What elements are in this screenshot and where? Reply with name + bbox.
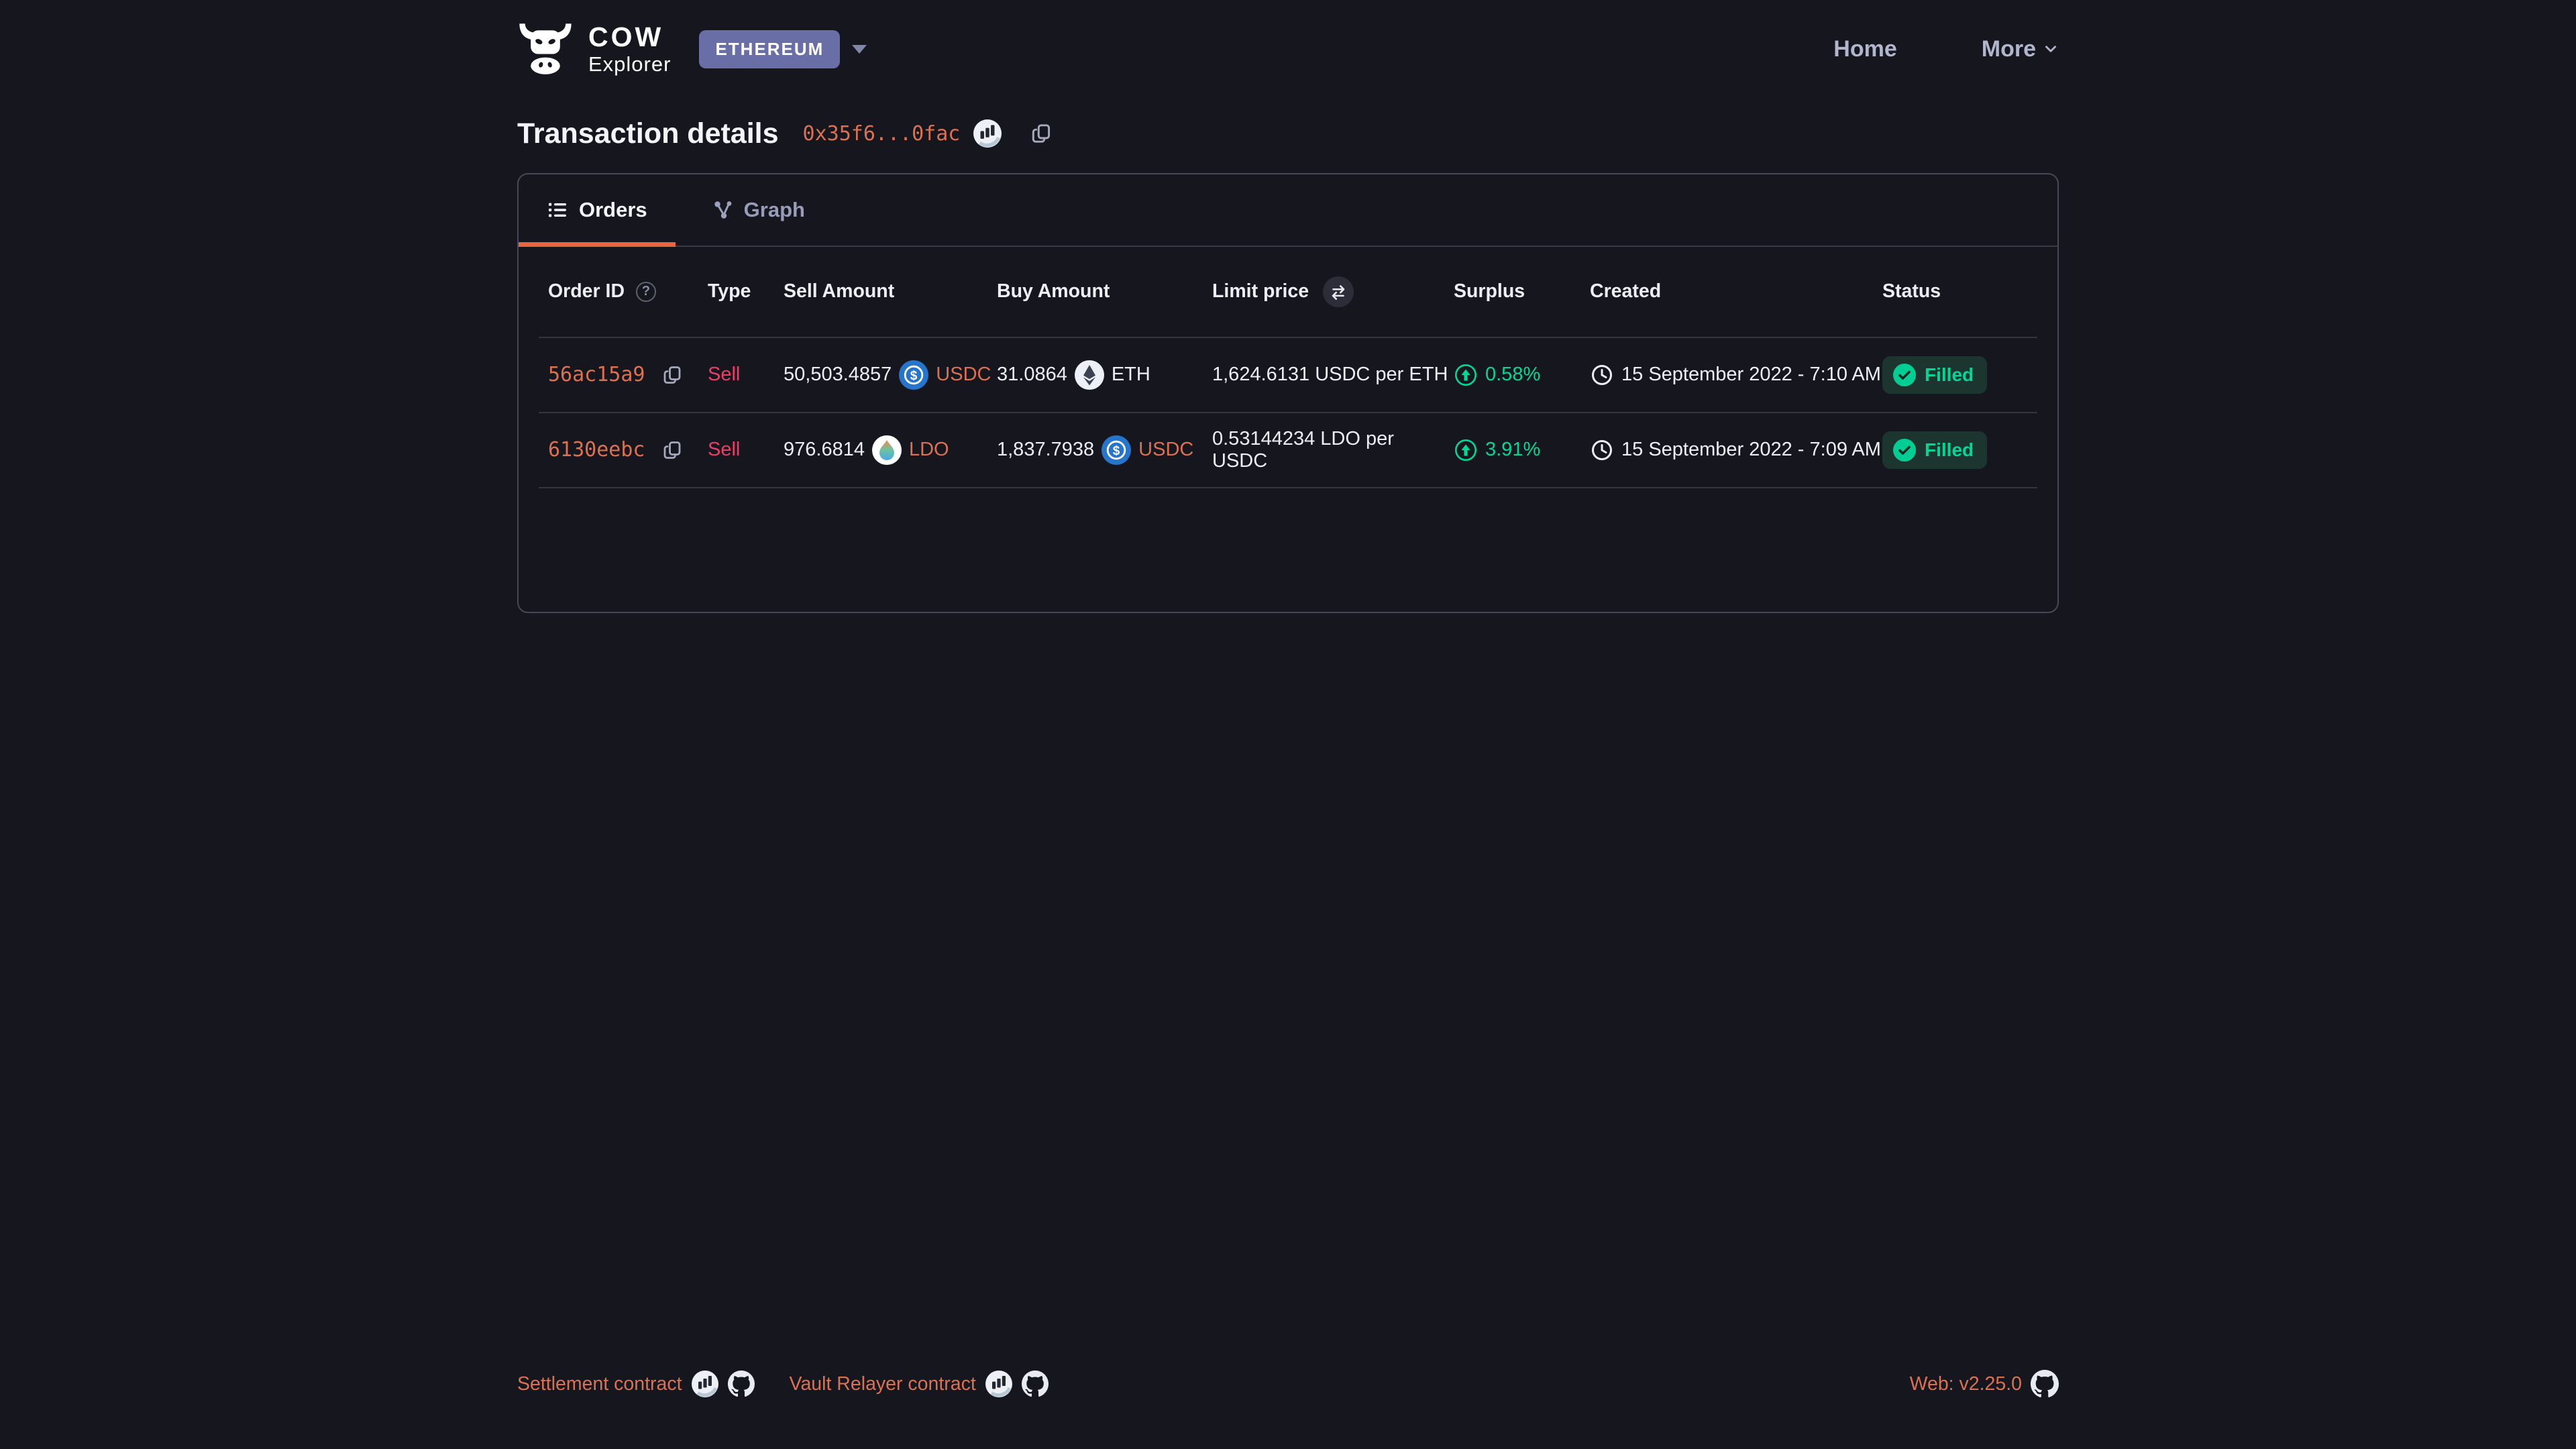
order-type: Sell [708,439,784,461]
order-type: Sell [708,364,784,386]
etherscan-icon[interactable] [985,1371,1012,1397]
status-badge: Filled [1882,431,1987,469]
sell-token-link[interactable]: USDC [936,364,991,386]
settlement-contract-links: Settlement contract [517,1371,755,1397]
col-surplus: Surplus [1454,280,1590,303]
table-header-row: Order ID ? Type Sell Amount Buy Amount L… [539,247,2037,338]
github-icon[interactable] [728,1371,755,1397]
orders-table: Order ID ? Type Sell Amount Buy Amount L… [539,247,2037,488]
page-title: Transaction details [517,117,779,150]
created-date: 15 September 2022 - 7:10 AM [1621,364,1881,386]
col-order-id: Order ID [548,280,625,303]
settlement-contract-link[interactable]: Settlement contract [517,1373,682,1395]
clock-icon [1590,438,1614,462]
eth-token-icon [1075,360,1104,390]
vault-relayer-contract-links: Vault Relayer contract [790,1371,1049,1397]
nav-more[interactable]: More [1982,36,2059,62]
col-created: Created [1590,280,1882,303]
tab-orders[interactable]: Orders [519,174,676,246]
network-badge[interactable]: ETHEREUM [699,30,840,68]
order-id-link[interactable]: 56ac15a9 [548,363,645,386]
copy-icon[interactable] [661,364,684,386]
logo-title: COW [588,23,671,52]
col-sell-amount: Sell Amount [784,280,997,303]
chevron-down-icon [852,45,867,54]
github-icon[interactable] [1022,1371,1049,1397]
col-limit-price: Limit price [1212,280,1309,303]
etherscan-icon[interactable] [973,119,1002,148]
surplus-up-icon [1454,438,1478,462]
usdc-token-icon [1102,435,1131,465]
github-icon[interactable] [2031,1370,2059,1398]
limit-price: 1,624.6131 USDC per ETH [1212,364,1454,386]
sell-token-link[interactable]: LDO [909,439,949,461]
table-row: 56ac15a9 Sell 50,503.4857 USDC 31.0864 E… [539,338,2037,413]
clock-icon [1590,363,1614,387]
help-icon[interactable]: ? [636,282,656,302]
network-selector[interactable]: ETHEREUM [699,30,867,68]
tab-bar: Orders Graph [519,174,2057,247]
surplus-up-icon [1454,363,1478,387]
check-circle-icon [1893,439,1916,462]
graph-icon [713,200,733,220]
top-bar: COW Explorer ETHEREUM Home More [517,0,2059,76]
created-date: 15 September 2022 - 7:09 AM [1621,439,1881,461]
swap-price-icon[interactable] [1323,276,1354,307]
col-status: Status [1882,280,2037,303]
tab-graph[interactable]: Graph [685,174,833,246]
check-circle-icon [1893,364,1916,386]
buy-amount: 1,837.7938 [997,439,1094,461]
order-id-link[interactable]: 6130eebc [548,438,645,462]
orders-card: Orders Graph Order ID ? Type Sell Amount… [517,173,2059,613]
list-icon [547,199,568,221]
buy-amount: 31.0864 [997,364,1067,386]
table-row: 6130eebc Sell 976.6814 LDO 1,837.7938 US… [539,413,2037,488]
logo-subtitle: Explorer [588,54,671,76]
surplus-value: 3.91% [1485,439,1540,461]
limit-price: 0.53144234 LDO per USDC [1212,428,1454,472]
status-badge: Filled [1882,356,1987,394]
copy-icon[interactable] [1030,121,1054,146]
main-nav: Home More [1833,36,2059,62]
tx-hash-group: 0x35f6...0fac [803,119,1055,148]
tx-hash-link[interactable]: 0x35f6...0fac [803,122,961,146]
etherscan-icon[interactable] [692,1371,718,1397]
buy-token-label: ETH [1112,364,1150,386]
web-version-link[interactable]: Web: v2.25.0 [1910,1373,2022,1395]
sell-amount: 976.6814 [784,439,865,461]
cow-icon [517,23,574,75]
buy-token-link[interactable]: USDC [1138,439,1193,461]
main-container: COW Explorer ETHEREUM Home More Transact… [517,0,2059,613]
surplus-value: 0.58% [1485,364,1540,386]
ldo-token-icon [872,435,902,465]
col-buy-amount: Buy Amount [997,280,1212,303]
sell-amount: 50,503.4857 [784,364,892,386]
usdc-token-icon [899,360,928,390]
vault-relayer-contract-link[interactable]: Vault Relayer contract [790,1373,976,1395]
chevron-down-icon [2043,41,2059,57]
nav-home[interactable]: Home [1833,36,1896,62]
footer: Settlement contract Vault Relayer contra… [517,1370,2059,1398]
title-row: Transaction details 0x35f6...0fac [517,117,2059,150]
col-type: Type [708,280,784,303]
copy-icon[interactable] [661,439,684,462]
cow-explorer-logo[interactable]: COW Explorer [517,23,671,76]
